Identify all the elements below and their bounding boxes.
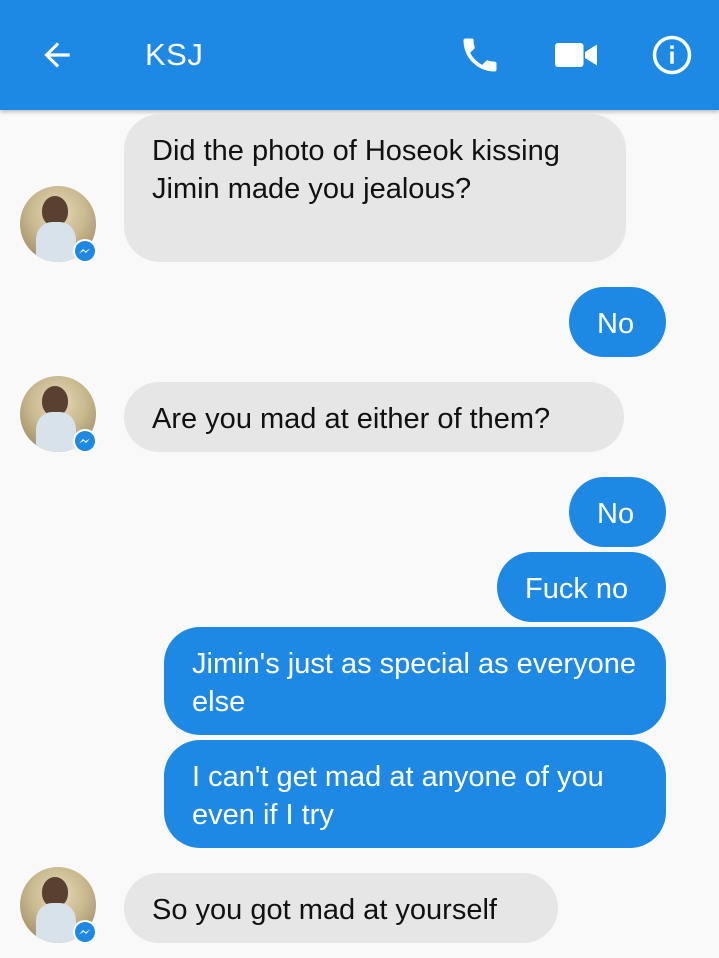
contact-avatar[interactable]: [20, 376, 97, 453]
incoming-message: Are you mad at either of them?: [124, 382, 624, 452]
outgoing-message: No: [569, 477, 666, 547]
messenger-badge-icon: [73, 429, 97, 453]
contact-avatar[interactable]: [20, 867, 97, 944]
back-arrow-icon[interactable]: [38, 36, 76, 74]
conversation-header: KSJ: [0, 0, 719, 110]
contact-name[interactable]: KSJ: [145, 36, 203, 74]
info-icon[interactable]: [651, 34, 693, 76]
contact-avatar[interactable]: [20, 186, 97, 263]
video-camera-icon[interactable]: [555, 39, 597, 71]
outgoing-message: Fuck no: [497, 552, 666, 622]
phone-icon[interactable]: [458, 33, 502, 77]
outgoing-message: Jimin's just as special as everyone else: [164, 627, 666, 735]
outgoing-message: No: [569, 287, 666, 357]
outgoing-message: I can't get mad at anyone of you even if…: [164, 740, 666, 848]
messenger-badge-icon: [73, 239, 97, 263]
messenger-badge-icon: [73, 920, 97, 944]
incoming-message: So you got mad at yourself: [124, 873, 558, 943]
incoming-message: Did the photo of Hoseok kissing Jimin ma…: [124, 114, 626, 262]
